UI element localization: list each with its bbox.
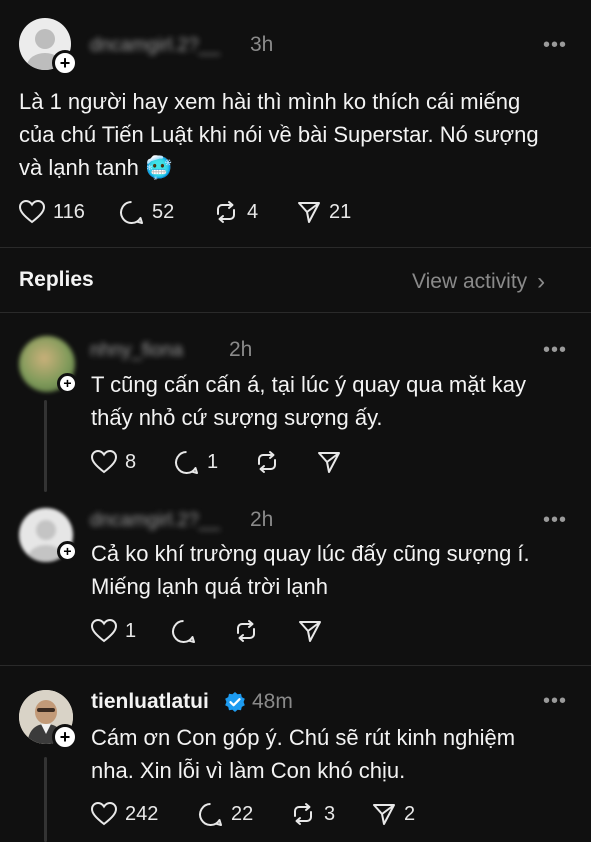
follow-plus-icon[interactable]: +: [57, 373, 78, 394]
like-button[interactable]: 1: [91, 619, 136, 643]
like-button[interactable]: 116: [19, 200, 85, 224]
reply-text-line-1: Cám ơn Con góp ý. Chú sẽ rút kinh nghiệm: [91, 725, 516, 750]
share-icon: [298, 619, 322, 643]
share-button[interactable]: 2: [372, 802, 415, 826]
heart-icon: [19, 200, 45, 224]
username[interactable]: dncamgirl.2?__: [90, 35, 220, 57]
thread-line: [44, 400, 47, 492]
divider: [0, 665, 591, 666]
share-icon: [372, 802, 396, 826]
like-count: 8: [125, 450, 137, 473]
comment-icon: [174, 450, 199, 475]
share-icon: [297, 200, 321, 224]
like-count: 116: [53, 200, 85, 223]
username[interactable]: dncamgirl.2?__: [90, 510, 220, 532]
follow-plus-icon[interactable]: +: [52, 724, 78, 750]
share-button[interactable]: [298, 619, 330, 643]
reply-text-line-1: T cũng cấn cấn á, tại lúc ý quay qua mặt…: [91, 372, 526, 397]
post-time: 3h: [250, 33, 274, 56]
repost-icon: [290, 802, 316, 826]
like-button[interactable]: 242: [91, 802, 158, 826]
comment-count: 52: [152, 201, 175, 223]
repost-icon: [233, 619, 259, 643]
chevron-right-icon: ›: [537, 268, 546, 295]
more-icon[interactable]: •••: [543, 690, 567, 713]
like-button[interactable]: 8: [91, 450, 136, 474]
view-activity-link[interactable]: View activity ›: [412, 268, 545, 296]
comment-button[interactable]: 52: [119, 200, 174, 225]
replies-title: Replies: [19, 268, 94, 291]
divider: [0, 312, 591, 313]
repost-button[interactable]: [254, 450, 288, 474]
reply-time: 2h: [250, 508, 274, 531]
verified-icon: [224, 691, 246, 718]
comment-button[interactable]: 22: [198, 802, 253, 827]
repost-count: 3: [324, 802, 336, 825]
reply-text-line-2: thấy nhỏ cứ sượng sượng ấy.: [91, 405, 383, 430]
username[interactable]: tienluatlatui: [91, 690, 209, 714]
view-activity-label: View activity: [412, 270, 528, 293]
like-count: 1: [125, 619, 137, 642]
comment-icon: [119, 200, 144, 225]
comment-count: 22: [231, 803, 254, 825]
follow-plus-icon[interactable]: +: [52, 50, 78, 76]
reply-text-line-2: nha. Xin lỗi vì làm Con khó chịu.: [91, 758, 406, 783]
post-text-line-3: và lạnh tanh 🥶: [19, 155, 173, 180]
comment-count: 1: [207, 451, 219, 473]
comment-icon: [171, 619, 196, 644]
repost-button[interactable]: [233, 619, 267, 643]
post-text-line-2: của chú Tiến Luật khi nói về bài Superst…: [19, 122, 539, 147]
reply-text-line-2: Miếng lạnh quá trời lạnh: [91, 574, 329, 599]
repost-icon: [254, 450, 280, 474]
comment-button[interactable]: [171, 619, 204, 644]
post-text-line-1: Là 1 người hay xem hài thì mình ko thích…: [19, 89, 521, 114]
share-button[interactable]: 21: [297, 200, 351, 224]
reply-text-line-1: Cả ko khí trường quay lúc đấy cũng sượng…: [91, 541, 530, 566]
share-count: 21: [329, 200, 352, 223]
more-icon[interactable]: •••: [543, 34, 567, 57]
more-icon[interactable]: •••: [543, 339, 567, 362]
share-icon: [317, 450, 341, 474]
share-count: 2: [404, 802, 416, 825]
reply-time: 48m: [252, 690, 293, 713]
more-icon[interactable]: •••: [543, 509, 567, 532]
repost-count: 4: [247, 200, 259, 223]
thread-line: [44, 757, 47, 842]
divider: [0, 247, 591, 248]
repost-icon: [213, 200, 239, 224]
username[interactable]: nhny_fiona: [90, 340, 183, 362]
follow-plus-icon[interactable]: +: [57, 541, 78, 562]
comment-button[interactable]: 1: [174, 450, 218, 475]
heart-icon: [91, 802, 117, 826]
share-button[interactable]: [317, 450, 349, 474]
heart-icon: [91, 450, 117, 474]
repost-button[interactable]: 3: [290, 802, 335, 826]
heart-icon: [91, 619, 117, 643]
like-count: 242: [125, 802, 159, 825]
comment-icon: [198, 802, 223, 827]
reply-time: 2h: [229, 338, 253, 361]
repost-button[interactable]: 4: [213, 200, 258, 224]
